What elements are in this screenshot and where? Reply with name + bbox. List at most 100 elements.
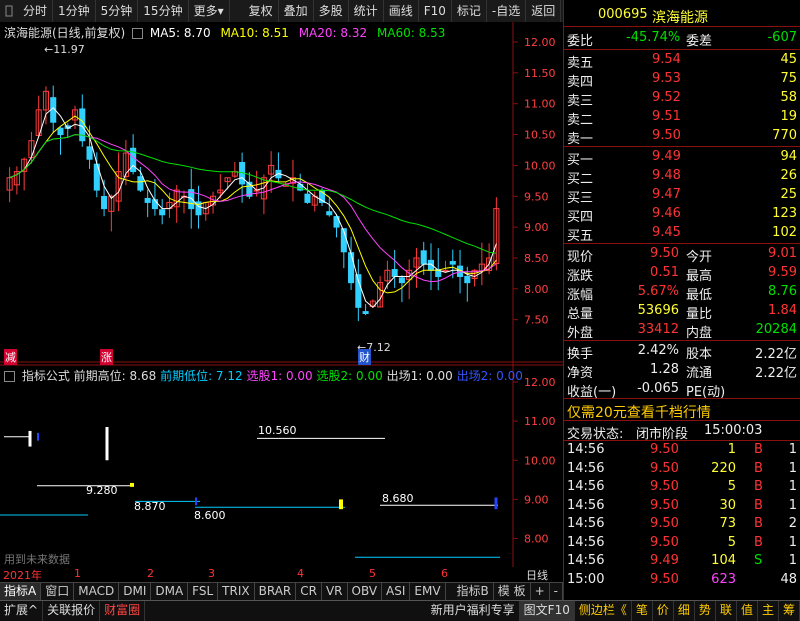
indicator-tab[interactable]: 指标A: [0, 583, 42, 600]
buy-level-4: 买四 9.46 123: [564, 205, 800, 225]
indicator-tab[interactable]: 模 板: [494, 583, 531, 600]
date-month-3: 3: [208, 567, 215, 580]
date-month-2: 2: [147, 567, 154, 580]
chevron-down-icon[interactable]: [132, 28, 144, 39]
stat-label: 净资: [567, 366, 594, 381]
stat-row: 净资 1.28 流通 2.22亿: [564, 361, 800, 381]
indicator-tick: 8.00: [524, 533, 549, 546]
status-icon[interactable]: 价: [653, 601, 674, 621]
btn-tongji[interactable]: 统计: [349, 0, 384, 22]
promo-text[interactable]: 仅需20元查看千档行情: [567, 402, 711, 422]
tick-volume: 220: [711, 460, 736, 476]
tick-volume: 1: [727, 442, 736, 457]
price-tick: 10.50: [524, 129, 556, 142]
date-axis: 2021年 1 2 3 4 5 6 日线: [0, 567, 563, 582]
stat-label: 涨跌: [567, 269, 594, 284]
btn-diejia[interactable]: 叠加: [279, 0, 314, 22]
status-icon[interactable]: 细: [674, 601, 695, 621]
status-icon[interactable]: 笔: [632, 601, 653, 621]
stat-label: 最低: [686, 288, 713, 303]
btn-biaoji[interactable]: 标记: [452, 0, 487, 22]
promo-row[interactable]: 仅需20元查看千档行情: [564, 401, 800, 422]
btn-huaxian[interactable]: 画线: [384, 0, 419, 22]
ind-label-8870: 8.870: [134, 500, 166, 513]
tab-5min[interactable]: 5分钟: [96, 0, 139, 22]
indicator-tab[interactable]: VR: [322, 583, 348, 600]
indicator-name[interactable]: 指标公式: [22, 369, 70, 383]
status-icon[interactable]: 势: [695, 601, 716, 621]
indicator-tab[interactable]: 窗口: [41, 583, 75, 600]
indicator-tab[interactable]: -: [550, 583, 563, 600]
tick-count: 1: [788, 442, 797, 457]
tab-1min[interactable]: 1分钟: [53, 0, 96, 22]
indicator-tab[interactable]: DMI: [119, 583, 152, 600]
period-label[interactable]: 日线: [526, 567, 548, 583]
buy-volume: 123: [772, 206, 797, 221]
btn-f10[interactable]: F10: [419, 0, 452, 22]
new-user-welfare-link[interactable]: 新用户福利专享: [427, 601, 520, 621]
stat-label: 今开: [686, 250, 713, 265]
indicator-tab[interactable]: DMA: [151, 583, 189, 600]
indicator-tab[interactable]: BRAR: [255, 583, 297, 600]
indicator-collapse-icon[interactable]: [4, 371, 15, 382]
indicator-tab[interactable]: 指标B: [453, 583, 494, 600]
buy-level-5: 买五 9.45 102: [564, 224, 800, 244]
tick-count: 2: [788, 516, 797, 531]
tick-volume: 623: [711, 571, 736, 587]
tick-price: 9.50: [650, 571, 679, 587]
tick-volume: 5: [727, 534, 736, 550]
sell-level-5: 卖五 9.54 45: [564, 51, 800, 71]
status-icon[interactable]: 筹: [779, 601, 800, 621]
status-icon-group: 笔价细势联值主筹: [632, 601, 800, 621]
btn-zixuan[interactable]: -自选: [487, 0, 527, 22]
buy-price: 9.48: [652, 168, 681, 183]
stock-code: 000695: [598, 7, 648, 22]
indicator-tab[interactable]: +: [531, 583, 550, 600]
price-tick: 9.00: [524, 221, 549, 234]
tab-more[interactable]: 更多▾: [189, 0, 230, 22]
stat-label: 最高: [686, 269, 713, 284]
graphic-f10-button[interactable]: 图文F10: [519, 601, 575, 621]
wealth-circle-button[interactable]: 财富圈: [100, 601, 146, 621]
indicator-tab[interactable]: CR: [296, 583, 322, 600]
status-icon[interactable]: 主: [758, 601, 779, 621]
tick-row: 14:56 9.50 30 B 1: [564, 497, 800, 516]
tab-fenshi[interactable]: 分时: [18, 0, 54, 22]
tick-row: 14:56 9.49 104 S 1: [564, 552, 800, 571]
tab-15min[interactable]: 15分钟: [138, 0, 189, 22]
buy-label: 买四: [567, 210, 594, 225]
period-toolbar: 分时 1分钟 5分钟 15分钟 更多▾ 复权 叠加 多股 统计 画线 F10 标…: [0, 0, 563, 23]
stat-value: 8.76: [768, 284, 797, 299]
price-tick: 8.00: [524, 283, 549, 296]
indicator-tab[interactable]: EMV: [410, 583, 446, 600]
indicator-tab[interactable]: FSL: [188, 583, 219, 600]
status-icon[interactable]: 联: [716, 601, 737, 621]
marker-jian[interactable]: 减: [4, 349, 17, 365]
weicha-value: -607: [767, 30, 797, 45]
indicator-tab[interactable]: TRIX: [218, 583, 255, 600]
marker-zhang[interactable]: 涨: [100, 349, 113, 365]
status-icon[interactable]: 值: [737, 601, 758, 621]
indicator-tab[interactable]: OBV: [348, 583, 383, 600]
tick-time: 14:56: [567, 534, 605, 550]
related-quote-button[interactable]: 关联报价: [43, 601, 101, 621]
indicator-tab[interactable]: ASI: [382, 583, 411, 600]
btn-fanhui[interactable]: 返回: [526, 0, 562, 22]
expand-button[interactable]: 扩展^: [0, 601, 44, 621]
btn-fuquan[interactable]: 复权: [244, 0, 279, 22]
indicator-tab[interactable]: MACD: [74, 583, 120, 600]
price-tick: 10.00: [524, 159, 556, 172]
stat-row: 收益(一) -0.065 PE(动): [564, 380, 800, 400]
ma5-label: MA5: 8.70: [149, 26, 211, 40]
btn-duogu[interactable]: 多股: [314, 0, 349, 22]
stock-header: 000695 滨海能源: [564, 6, 800, 26]
toolbar-handle-icon[interactable]: [0, 0, 18, 22]
sell-level-4: 卖四 9.53 75: [564, 70, 800, 90]
price-tick: 8.50: [524, 252, 549, 265]
tick-count: 1: [788, 553, 797, 568]
tick-volume: 5: [727, 479, 736, 494]
kline-chart[interactable]: 12.00 11.50 11.00 10.50 10.00 9.50 9.00 8.50 8.0…: [0, 22, 563, 567]
marker-cai[interactable]: 财: [358, 349, 371, 365]
sidebar-toggle-button[interactable]: 侧边栏《: [575, 601, 632, 621]
price-tick: 12.00: [524, 36, 556, 49]
